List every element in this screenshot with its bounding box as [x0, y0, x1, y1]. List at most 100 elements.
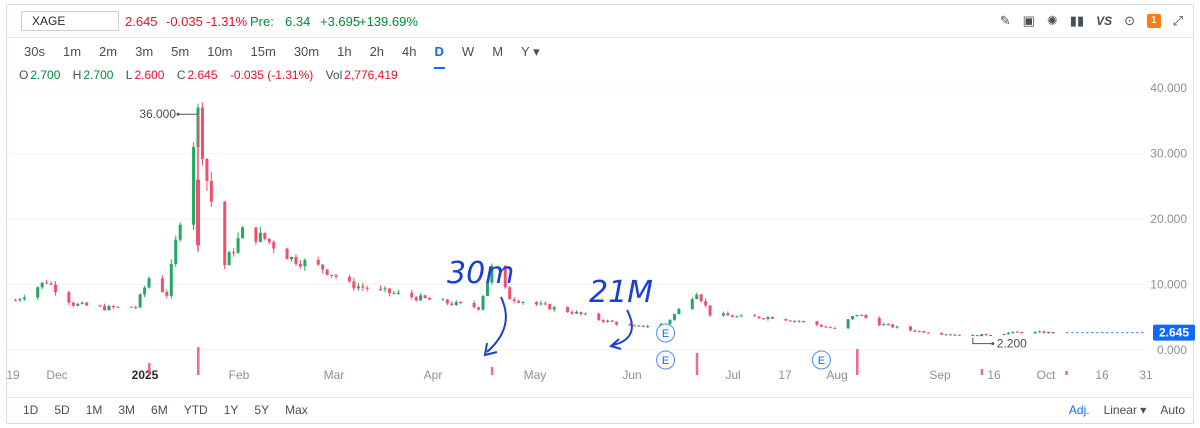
- candle-body: [40, 282, 44, 288]
- candle-body: [949, 334, 953, 336]
- range-2[interactable]: 1M: [78, 401, 111, 419]
- candle-body: [859, 314, 863, 316]
- divider: [7, 397, 1193, 398]
- candle-body: [267, 238, 271, 243]
- scale-controls: Adj. Linear ▾ Auto: [1069, 401, 1185, 419]
- scale-select[interactable]: Linear ▾: [1104, 401, 1147, 419]
- candle-body: [392, 293, 396, 295]
- candle-body: [762, 318, 766, 320]
- earnings-marker-label: E: [662, 355, 669, 367]
- candle-body: [922, 331, 926, 333]
- volume-bar: [490, 367, 494, 375]
- candle-body: [414, 297, 418, 301]
- candle-body: [290, 256, 294, 260]
- range-6[interactable]: 1Y: [216, 401, 247, 419]
- candle-body: [690, 298, 694, 309]
- x-tick-label: Oct: [1037, 368, 1056, 382]
- candle-body: [227, 252, 231, 266]
- candle-body: [543, 303, 547, 305]
- candle-body: [646, 326, 650, 328]
- candle-body: [882, 324, 886, 326]
- candle-body: [178, 224, 182, 240]
- candle-body: [107, 305, 111, 311]
- range-7[interactable]: 5Y: [246, 401, 277, 419]
- candle-body: [200, 107, 204, 159]
- candle-body: [864, 315, 868, 318]
- x-tick-label: Sep: [929, 368, 951, 382]
- candle-body: [1020, 331, 1024, 334]
- candle-body: [1015, 331, 1019, 333]
- candle-body: [1011, 331, 1015, 333]
- candle-body: [67, 292, 71, 303]
- candle-body: [895, 326, 899, 328]
- candle-body: [316, 260, 320, 265]
- candle-body: [71, 302, 75, 306]
- candle-body: [272, 242, 276, 249]
- x-tick-label: 2025: [132, 368, 159, 382]
- candle-body: [989, 334, 993, 336]
- candle-body: [196, 179, 201, 246]
- candle-body: [824, 326, 828, 328]
- price-chart[interactable]: 40.000 30.000 20.000 10.000 0.000 19 Dec 2025 Fe…: [7, 5, 1195, 397]
- candle-body: [610, 320, 614, 323]
- x-tick-label: 17: [778, 368, 792, 382]
- range-5[interactable]: YTD: [176, 401, 216, 419]
- range-0[interactable]: 1D: [15, 401, 46, 419]
- candle-body: [441, 299, 445, 301]
- candle-body: [944, 334, 948, 336]
- candle-body: [913, 330, 917, 332]
- candle-body: [668, 319, 672, 324]
- candle-body: [174, 239, 178, 265]
- candle-body: [637, 325, 641, 327]
- candle-body: [454, 301, 458, 305]
- volume-bar: [980, 369, 984, 375]
- candle-body: [334, 275, 338, 277]
- candle-body: [1002, 334, 1006, 336]
- candle-body: [855, 314, 859, 316]
- candle-body: [766, 317, 770, 319]
- adjusted-toggle[interactable]: Adj.: [1069, 401, 1090, 419]
- candle-body: [583, 313, 587, 315]
- range-1[interactable]: 5D: [46, 401, 77, 419]
- candle-body: [819, 325, 823, 327]
- range-4[interactable]: 6M: [143, 401, 176, 419]
- volume-bar: [1065, 371, 1068, 375]
- candle-body: [1038, 331, 1042, 333]
- candle-body: [330, 274, 334, 276]
- candle-body: [254, 227, 258, 242]
- range-8[interactable]: Max: [277, 401, 316, 419]
- y-tick-label: 20.000: [1150, 212, 1187, 226]
- auto-scale-toggle[interactable]: Auto: [1160, 401, 1185, 419]
- candle-body: [192, 147, 196, 225]
- candle-body: [730, 315, 734, 318]
- min-leader-line: [972, 337, 993, 345]
- candle-body: [347, 276, 351, 282]
- candle-body: [365, 287, 369, 289]
- candle-body: [361, 286, 365, 288]
- candle-body: [45, 282, 49, 284]
- candle-body: [263, 232, 267, 239]
- candle-body: [579, 311, 583, 315]
- x-tick-label: Feb: [229, 368, 250, 382]
- candle-body: [953, 334, 957, 336]
- candle-body: [793, 320, 797, 322]
- candle-body: [419, 295, 423, 301]
- candle-body: [205, 158, 209, 181]
- candle-body: [383, 288, 387, 290]
- range-3[interactable]: 3M: [110, 401, 143, 419]
- candle-body: [241, 227, 245, 239]
- candle-body: [379, 288, 383, 290]
- candle-body: [1046, 331, 1050, 334]
- candle-body: [160, 278, 164, 293]
- candle-body: [165, 292, 169, 296]
- min-label: 2.200: [997, 337, 1027, 351]
- candle-body: [98, 305, 102, 307]
- candle-body: [552, 307, 556, 310]
- candle-body: [606, 320, 610, 322]
- last-price-label: 2.645: [1159, 326, 1189, 340]
- candle-body: [677, 308, 681, 315]
- candle-body: [103, 306, 107, 311]
- candle-body: [851, 315, 855, 320]
- candle-body: [566, 307, 570, 313]
- candle-body: [1051, 331, 1055, 334]
